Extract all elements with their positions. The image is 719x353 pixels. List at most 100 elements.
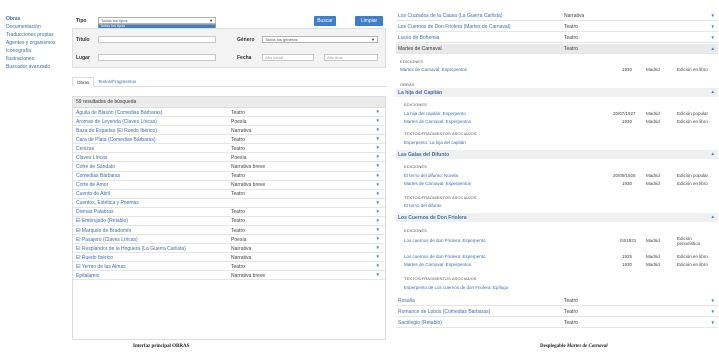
result-title[interactable]: Cenizas <box>76 146 94 152</box>
sidebar-item-ilustraciones[interactable]: Ilustraciones <box>6 55 61 63</box>
table-row[interactable]: Corte de Amor Narrativa breve ▼ <box>73 181 385 190</box>
result-title[interactable]: El Yermo de las Almas <box>76 264 126 270</box>
chevron-down-icon[interactable]: ▼ <box>376 218 380 223</box>
table-row[interactable]: Los Cuernos de Don Friolera (Martes de C… <box>396 22 718 32</box>
texto-link[interactable]: Esperpento. La hija del capitán <box>404 140 466 145</box>
edition-title[interactable]: Los cuernos de don Friolera: Esperpento <box>404 238 486 243</box>
result-title[interactable]: Epitalamio <box>76 273 99 279</box>
edition-title[interactable]: El terno del difunto: Novela <box>404 173 458 178</box>
chevron-down-icon[interactable]: ▼ <box>376 200 380 205</box>
table-row[interactable]: Luces de Bohemia Teatro ▼ <box>396 33 718 43</box>
table-row[interactable]: Cara de Plata (Comedias Bárbaras) Teatro ▼ <box>73 135 385 145</box>
chevron-down-icon[interactable]: ▼ <box>376 127 380 132</box>
sidebar-item-obras[interactable]: Obras <box>6 15 61 23</box>
result-title[interactable]: Aromas de Leyenda (Claves Líricas) <box>76 119 157 125</box>
result-title[interactable]: El Pasajero (Claves Líricas) <box>76 237 138 243</box>
table-row[interactable]: Cofre de Sándalo Narrativa breve ▼ <box>73 162 385 172</box>
chevron-down-icon[interactable]: ▼ <box>376 136 380 141</box>
sidebar-item-traducciones[interactable]: Traducciones propias <box>6 31 61 39</box>
chevron-down-icon[interactable]: ▼ <box>376 263 380 268</box>
result-title[interactable]: Águila de Blasón (Comedias Bárbaras) <box>76 110 162 116</box>
lugar-input[interactable] <box>98 54 216 61</box>
result-title[interactable]: El Resplandor de la Hoguera (La Guerra C… <box>76 246 186 252</box>
sidebar-item-documentacion[interactable]: Documentación <box>6 23 61 31</box>
edition-title[interactable]: Martes de Carnaval: Esperpentos <box>404 119 471 124</box>
tipo-select[interactable]: Todos los tipos ▼ <box>98 17 216 24</box>
chevron-down-icon[interactable]: ▼ <box>376 145 380 150</box>
subwork-row[interactable]: Las Galas del Difunto ▲ <box>396 150 718 159</box>
result-title[interactable]: Cuentos, Estética y Poemas <box>76 200 139 206</box>
table-row[interactable]: El Marqués de Bradomín Teatro ▼ <box>73 226 385 236</box>
edition-title[interactable]: Los cuernos de don Friolera: Esperpento <box>404 254 486 259</box>
tab-textos-fragmentos[interactable]: Textos/Fragmentos <box>94 77 140 87</box>
titulo-input[interactable] <box>98 36 216 43</box>
table-row[interactable]: El Pasajero (Claves Líricas) Poesía ▼ <box>73 235 385 245</box>
table-row[interactable]: Baza de Espadas (El Ruedo Ibérico) Narrat… <box>73 126 385 136</box>
table-row[interactable]: El Resplandor de la Hoguera (La Guerra C… <box>73 244 385 254</box>
chevron-down-icon[interactable]: ▼ <box>376 254 380 259</box>
fecha-label: Fecha <box>237 55 252 61</box>
result-title[interactable]: Cuento de Abril <box>76 191 110 197</box>
subwork-row[interactable]: Los Cuernos de Don Friolera ▲ <box>396 213 718 222</box>
sidebar-item-iconografia[interactable]: Iconografía <box>6 47 61 55</box>
genero-select[interactable]: Todos los géneros ▼ <box>262 36 378 43</box>
chevron-down-icon[interactable]: ▼ <box>376 182 380 187</box>
result-title[interactable]: El Embrujado (Retablo) <box>76 218 128 224</box>
table-row[interactable]: Águila de Blasón (Comedias Bárbaras) Teat… <box>73 108 385 118</box>
result-title[interactable]: Claves Líricas <box>76 155 107 161</box>
chevron-down-icon[interactable]: ▼ <box>376 163 380 168</box>
table-row[interactable]: Aromas de Leyenda (Claves Líricas) Poesía… <box>73 117 385 127</box>
chevron-down-icon[interactable]: ▼ <box>376 154 380 159</box>
result-title[interactable]: Cara de Plata (Comedias Bárbaras) <box>76 137 155 143</box>
result-title[interactable]: Divinas Palabras <box>76 209 114 215</box>
chevron-down-icon[interactable]: ▼ <box>376 272 380 277</box>
tab-obras[interactable]: Obras <box>72 77 95 87</box>
table-row[interactable]: Cuentos, Estética y Poemas ▼ <box>73 199 385 208</box>
result-title[interactable]: El Marqués de Bradomín <box>76 228 131 234</box>
subwork-row[interactable]: La hija del Capitán ▲ <box>396 88 718 97</box>
chevron-down-icon: ▼ <box>710 297 715 303</box>
table-row[interactable]: Comedias Bárbaras Teatro ▼ <box>73 172 385 181</box>
table-row[interactable]: El Yermo de las Almas Teatro ▼ <box>73 262 385 272</box>
edition-title[interactable]: La hija del capitán: Esperpento <box>404 111 466 116</box>
edition-title[interactable]: Martes de Carnaval: Esperpentos <box>404 181 471 186</box>
buscar-button[interactable]: Buscar <box>314 16 336 26</box>
result-title[interactable]: Baza de Espadas (El Ruedo Ibérico) <box>76 128 157 134</box>
table-row[interactable]: Sacrilegio (Retablo) Teatro ▼ <box>396 318 718 328</box>
table-row[interactable]: Rosalía Teatro ▼ <box>396 296 718 306</box>
table-row[interactable]: Epitalamio Narrativa breve ▼ <box>73 271 385 281</box>
chevron-down-icon[interactable]: ▼ <box>376 227 380 232</box>
table-row[interactable]: Claves Líricas Poesía ▼ <box>73 153 385 163</box>
chevron-down-icon[interactable]: ▼ <box>376 109 380 114</box>
sidebar-item-buscador-avanzado[interactable]: Buscador avanzado <box>6 63 61 71</box>
fecha-final-input[interactable]: Año final <box>324 54 378 61</box>
result-genre: Poesía <box>231 154 247 161</box>
table-row[interactable]: Cuento de Abril Teatro ▼ <box>73 190 385 199</box>
table-row[interactable]: Los Cruzados de la Causa (La Guerra Carl… <box>396 11 718 21</box>
result-genre: Teatro <box>231 145 245 152</box>
result-title[interactable]: Corte de Amor <box>76 182 108 188</box>
table-row[interactable]: El Ruedo Ibérico Narrativa ▼ <box>73 253 385 263</box>
chevron-down-icon[interactable]: ▼ <box>376 173 380 178</box>
edition-title[interactable]: Martes de Carnaval: Esperpentos <box>400 67 467 72</box>
chevron-down-icon[interactable]: ▼ <box>376 245 380 250</box>
result-title[interactable]: Comedias Bárbaras <box>76 173 120 179</box>
obras-heading: OBRAS <box>400 82 415 87</box>
result-title[interactable]: El Ruedo Ibérico <box>76 255 113 261</box>
texto-link[interactable]: El terno del difunto <box>404 203 442 208</box>
limpiar-button[interactable]: Limpiar <box>355 16 383 26</box>
expanded-row[interactable]: Martes de Carnaval Teatro ▲ <box>396 44 718 54</box>
chevron-down-icon[interactable]: ▼ <box>376 209 380 214</box>
table-row[interactable]: El Embrujado (Retablo) Teatro ▼ <box>73 217 385 227</box>
chevron-down-icon[interactable]: ▼ <box>376 118 380 123</box>
table-row[interactable]: Cenizas Teatro ▼ <box>73 144 385 154</box>
edition-title[interactable]: Martes de Carnaval: Esperpentos <box>404 262 471 267</box>
table-row[interactable]: Romance de Lobos (Comedias Bárbaras) Teat… <box>396 307 718 317</box>
fecha-inicial-input[interactable]: Año inicial <box>262 54 314 61</box>
texto-link[interactable]: Esperpento de Los cuernos de don Frioler… <box>404 285 508 290</box>
result-title[interactable]: Cofre de Sándalo <box>76 164 115 170</box>
chevron-down-icon[interactable]: ▼ <box>376 191 380 196</box>
chevron-down-icon[interactable]: ▼ <box>376 236 380 241</box>
table-row[interactable]: Divinas Palabras Teatro ▼ <box>73 208 385 217</box>
sidebar-item-agentes[interactable]: Agentes y organismos <box>6 39 61 47</box>
